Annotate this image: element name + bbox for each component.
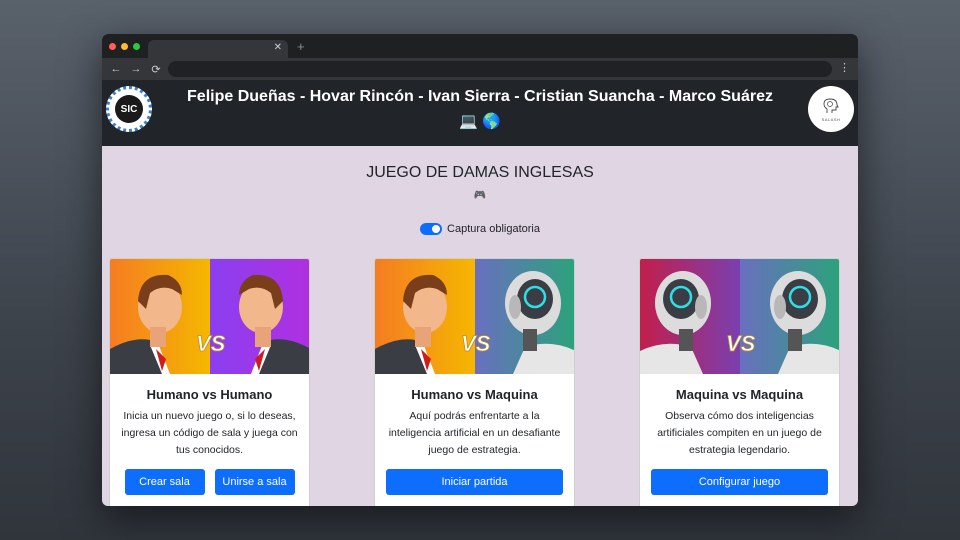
close-window-button[interactable] [109, 43, 116, 50]
card-description: Inicia un nuevo juego o, si lo deseas, i… [121, 410, 298, 456]
browser-menu-icon[interactable]: ⋮ [839, 61, 850, 74]
svg-text:VS: VS [726, 331, 756, 356]
brain-head-icon [823, 98, 839, 113]
reload-icon[interactable]: ⟳ [146, 63, 166, 76]
salash-logo-text: SALASH [821, 117, 841, 122]
authors-title: Felipe Dueñas - Hovar Rincón - Ivan Sier… [187, 88, 773, 105]
address-bar[interactable] [168, 61, 832, 77]
salash-logo: SALASH [808, 86, 854, 132]
capture-toggle-row: Captura obligatoria [102, 223, 858, 235]
card-title: Humano vs Maquina [411, 387, 538, 402]
svg-text:VS: VS [461, 331, 491, 356]
start-match-button[interactable]: Iniciar partida [386, 469, 563, 495]
join-room-button[interactable]: Unirse a sala [214, 469, 295, 495]
window-controls [109, 43, 140, 50]
card-description: Observa cómo dos inteligencias artificia… [657, 410, 822, 456]
back-arrow-icon[interactable]: ← [106, 63, 126, 76]
gamepad-icon: 🎮 [473, 190, 487, 201]
machine-vs-machine-image: VS [640, 259, 839, 374]
configure-game-button[interactable]: Configurar juego [651, 469, 828, 495]
human-vs-human-image: VS [110, 259, 309, 374]
browser-toolbar: ← → ⟳ ⋮ [102, 58, 858, 80]
card-title: Maquina vs Maquina [675, 387, 804, 402]
browser-tabbar: ✕ + [102, 34, 858, 58]
browser-tab[interactable]: ✕ [148, 40, 288, 58]
card-title: Humano vs Humano [146, 387, 273, 402]
card-description: Aquí podrás enfrentarte a la inteligenci… [388, 410, 561, 456]
close-tab-icon[interactable]: ✕ [274, 42, 282, 53]
capture-toggle-switch[interactable] [420, 223, 443, 235]
capture-toggle-label: Captura obligatoria [447, 223, 540, 235]
card-human-vs-human: VS Humano vs Humano Inicia un nuevo jueg… [109, 258, 310, 506]
maximize-window-button[interactable] [133, 43, 140, 50]
card-machine-vs-machine: VS Maquina vs Maquina Observa cómo dos i… [639, 258, 840, 506]
main-content: JUEGO DE DAMAS INGLESAS 🎮 Captura obliga… [102, 146, 858, 506]
svg-text:VS: VS [196, 331, 226, 356]
human-vs-machine-image: VS [375, 259, 574, 374]
minimize-window-button[interactable] [121, 43, 128, 50]
create-room-button[interactable]: Crear sala [124, 469, 205, 495]
browser-window: ✕ + ← → ⟳ ⋮ SIC Felipe Dueñas - Hovar Ri… [102, 34, 858, 506]
card-human-vs-machine: VS Humano vs Maquina Aquí podrás enfrent… [374, 258, 575, 506]
page-title: JUEGO DE DAMAS INGLESAS [366, 164, 594, 181]
new-tab-icon[interactable]: + [297, 39, 305, 54]
header-emoji: 💻 🌎 [459, 113, 501, 130]
site-header: SIC Felipe Dueñas - Hovar Rincón - Ivan … [102, 80, 858, 146]
forward-arrow-icon[interactable]: → [126, 63, 146, 76]
